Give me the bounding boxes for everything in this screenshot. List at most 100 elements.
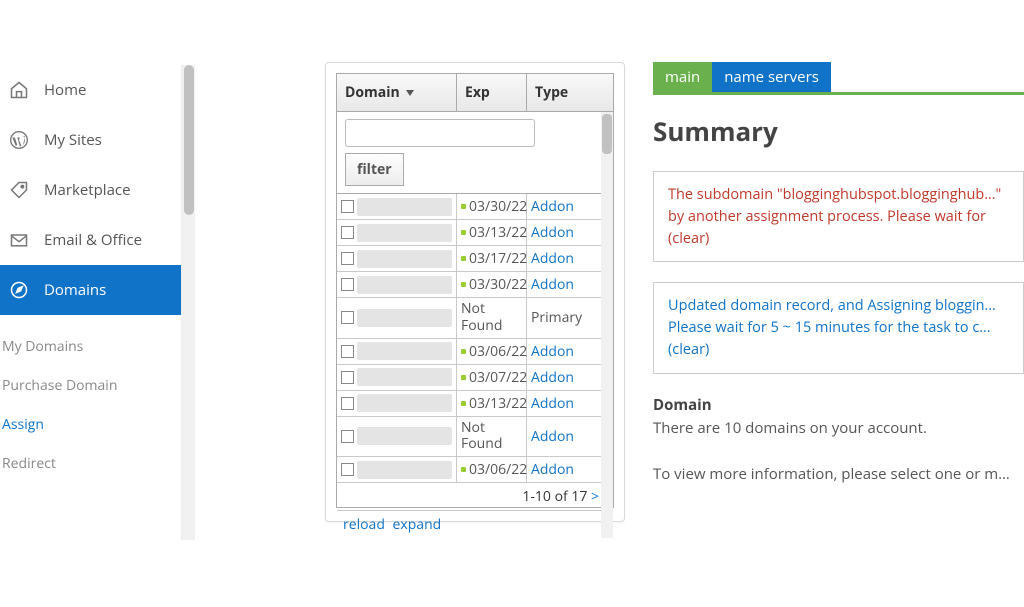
status-dot-icon bbox=[461, 204, 466, 209]
cell-exp: Not Found bbox=[457, 417, 527, 457]
nav-email-office[interactable]: Email & Office bbox=[0, 215, 195, 265]
table-row[interactable]: 03/13/22Addon bbox=[337, 220, 613, 246]
domain-card: Domain Exp Type filter03/30/22Addon03/13… bbox=[325, 62, 625, 522]
status-dot-icon bbox=[461, 467, 466, 472]
table-row[interactable]: 03/30/22Addon bbox=[337, 272, 613, 298]
table-scrollbar[interactable] bbox=[601, 112, 613, 538]
filter-input[interactable] bbox=[345, 119, 535, 147]
subnav-redirect[interactable]: Redirect bbox=[0, 444, 195, 483]
domain-info: Domain There are 10 domains on your acco… bbox=[653, 394, 1024, 487]
domain-panel: Domain Exp Type filter03/30/22Addon03/13… bbox=[336, 73, 614, 508]
pager-next[interactable]: > bbox=[591, 487, 599, 506]
table-row[interactable]: 03/06/22Addon bbox=[337, 339, 613, 365]
cell-domain bbox=[337, 220, 457, 245]
select-hint: To view more information, please select … bbox=[653, 464, 1010, 484]
nav-label: Home bbox=[44, 80, 86, 100]
compass-icon bbox=[8, 279, 30, 301]
cell-domain bbox=[337, 339, 457, 364]
redacted-domain bbox=[357, 394, 452, 412]
row-checkbox[interactable] bbox=[341, 226, 354, 239]
redacted-domain bbox=[357, 342, 452, 360]
nav-domains[interactable]: Domains bbox=[0, 265, 195, 315]
nav-label: Email & Office bbox=[44, 230, 142, 250]
info-message-text: Updated domain record, and Assigning blo… bbox=[668, 296, 996, 337]
subnav-assign[interactable]: Assign bbox=[0, 405, 195, 444]
redacted-domain bbox=[357, 309, 452, 327]
row-checkbox[interactable] bbox=[341, 252, 354, 265]
row-checkbox[interactable] bbox=[341, 463, 354, 476]
redacted-domain bbox=[357, 224, 452, 242]
cell-exp: 03/06/22 bbox=[457, 457, 527, 482]
tag-icon bbox=[8, 179, 30, 201]
nav-label: My Sites bbox=[44, 130, 102, 150]
table-row[interactable]: 03/30/22Addon bbox=[337, 194, 613, 220]
table-scroll-thumb[interactable] bbox=[602, 114, 612, 154]
row-checkbox[interactable] bbox=[341, 311, 354, 324]
nav-home[interactable]: Home bbox=[0, 65, 195, 115]
row-checkbox[interactable] bbox=[341, 430, 354, 443]
col-header-type[interactable]: Type bbox=[527, 74, 613, 111]
cell-domain bbox=[337, 298, 457, 338]
exp-value: Not Found bbox=[461, 420, 522, 454]
table-header: Domain Exp Type bbox=[337, 74, 613, 112]
cell-exp: 03/06/22 bbox=[457, 339, 527, 364]
table-row[interactable]: 03/13/22Addon bbox=[337, 391, 613, 417]
table-row[interactable]: Not FoundAddon bbox=[337, 417, 613, 458]
domain-label: Domain bbox=[653, 394, 1024, 417]
subnav-purchase-domain[interactable]: Purchase Domain bbox=[0, 366, 195, 405]
table-scroll: filter03/30/22Addon03/13/22Addon03/17/22… bbox=[337, 112, 613, 538]
nav-marketplace[interactable]: Marketplace bbox=[0, 165, 195, 215]
pager-text: 1-10 of 17 bbox=[522, 487, 591, 506]
redacted-domain bbox=[357, 461, 452, 479]
cell-domain bbox=[337, 272, 457, 297]
redacted-domain bbox=[357, 276, 452, 294]
summary-title: Summary bbox=[653, 113, 1024, 149]
status-dot-icon bbox=[461, 256, 466, 261]
status-dot-icon bbox=[461, 375, 466, 380]
wordpress-icon bbox=[8, 129, 30, 151]
error-clear-link[interactable]: (clear) bbox=[668, 229, 709, 248]
info-clear-link[interactable]: (clear) bbox=[668, 340, 709, 359]
cell-exp: 03/30/22 bbox=[457, 194, 527, 219]
table-row[interactable]: Not FoundPrimary bbox=[337, 298, 613, 339]
tab-name-servers[interactable]: name servers bbox=[712, 62, 831, 92]
row-checkbox[interactable] bbox=[341, 397, 354, 410]
cell-domain bbox=[337, 246, 457, 271]
action-reload[interactable]: reload bbox=[343, 515, 385, 534]
redacted-domain bbox=[357, 198, 452, 216]
table-row[interactable]: 03/17/22Addon bbox=[337, 246, 613, 272]
sidebar-scroll-thumb[interactable] bbox=[184, 65, 194, 215]
cell-exp: 03/07/22 bbox=[457, 365, 527, 390]
redacted-domain bbox=[357, 368, 452, 386]
exp-value: 03/17/22 bbox=[469, 249, 527, 268]
cell-exp: 03/13/22 bbox=[457, 391, 527, 416]
envelope-icon bbox=[8, 229, 30, 251]
error-message: The subdomain "blogginghubspot.bloggingh… bbox=[653, 171, 1024, 262]
col-header-exp[interactable]: Exp bbox=[457, 74, 527, 111]
status-dot-icon bbox=[461, 230, 466, 235]
filter-button[interactable]: filter bbox=[345, 153, 404, 186]
row-checkbox[interactable] bbox=[341, 278, 354, 291]
row-checkbox[interactable] bbox=[341, 200, 354, 213]
table-row[interactable]: 03/07/22Addon bbox=[337, 365, 613, 391]
sidebar: Home My Sites Marketplace Email & Office… bbox=[0, 0, 195, 607]
exp-value: 03/13/22 bbox=[469, 223, 527, 242]
exp-value: 03/30/22 bbox=[469, 275, 527, 294]
tab-main[interactable]: main bbox=[653, 62, 712, 92]
status-dot-icon bbox=[461, 282, 466, 287]
col-header-domain[interactable]: Domain bbox=[337, 74, 457, 111]
row-checkbox[interactable] bbox=[341, 371, 354, 384]
exp-value: 03/07/22 bbox=[469, 368, 527, 387]
action-expand[interactable]: expand bbox=[393, 515, 442, 534]
cell-domain bbox=[337, 365, 457, 390]
redacted-domain bbox=[357, 250, 452, 268]
sidebar-scrollbar[interactable] bbox=[181, 65, 195, 540]
table-row[interactable]: 03/06/22Addon bbox=[337, 457, 613, 483]
cell-domain bbox=[337, 457, 457, 482]
table-pager: 1-10 of 17 > bbox=[337, 483, 613, 511]
subnav-my-domains[interactable]: My Domains bbox=[0, 327, 195, 366]
summary-panel: main name servers Summary The subdomain … bbox=[653, 62, 1024, 607]
nav-my-sites[interactable]: My Sites bbox=[0, 115, 195, 165]
row-checkbox[interactable] bbox=[341, 345, 354, 358]
status-dot-icon bbox=[461, 349, 466, 354]
